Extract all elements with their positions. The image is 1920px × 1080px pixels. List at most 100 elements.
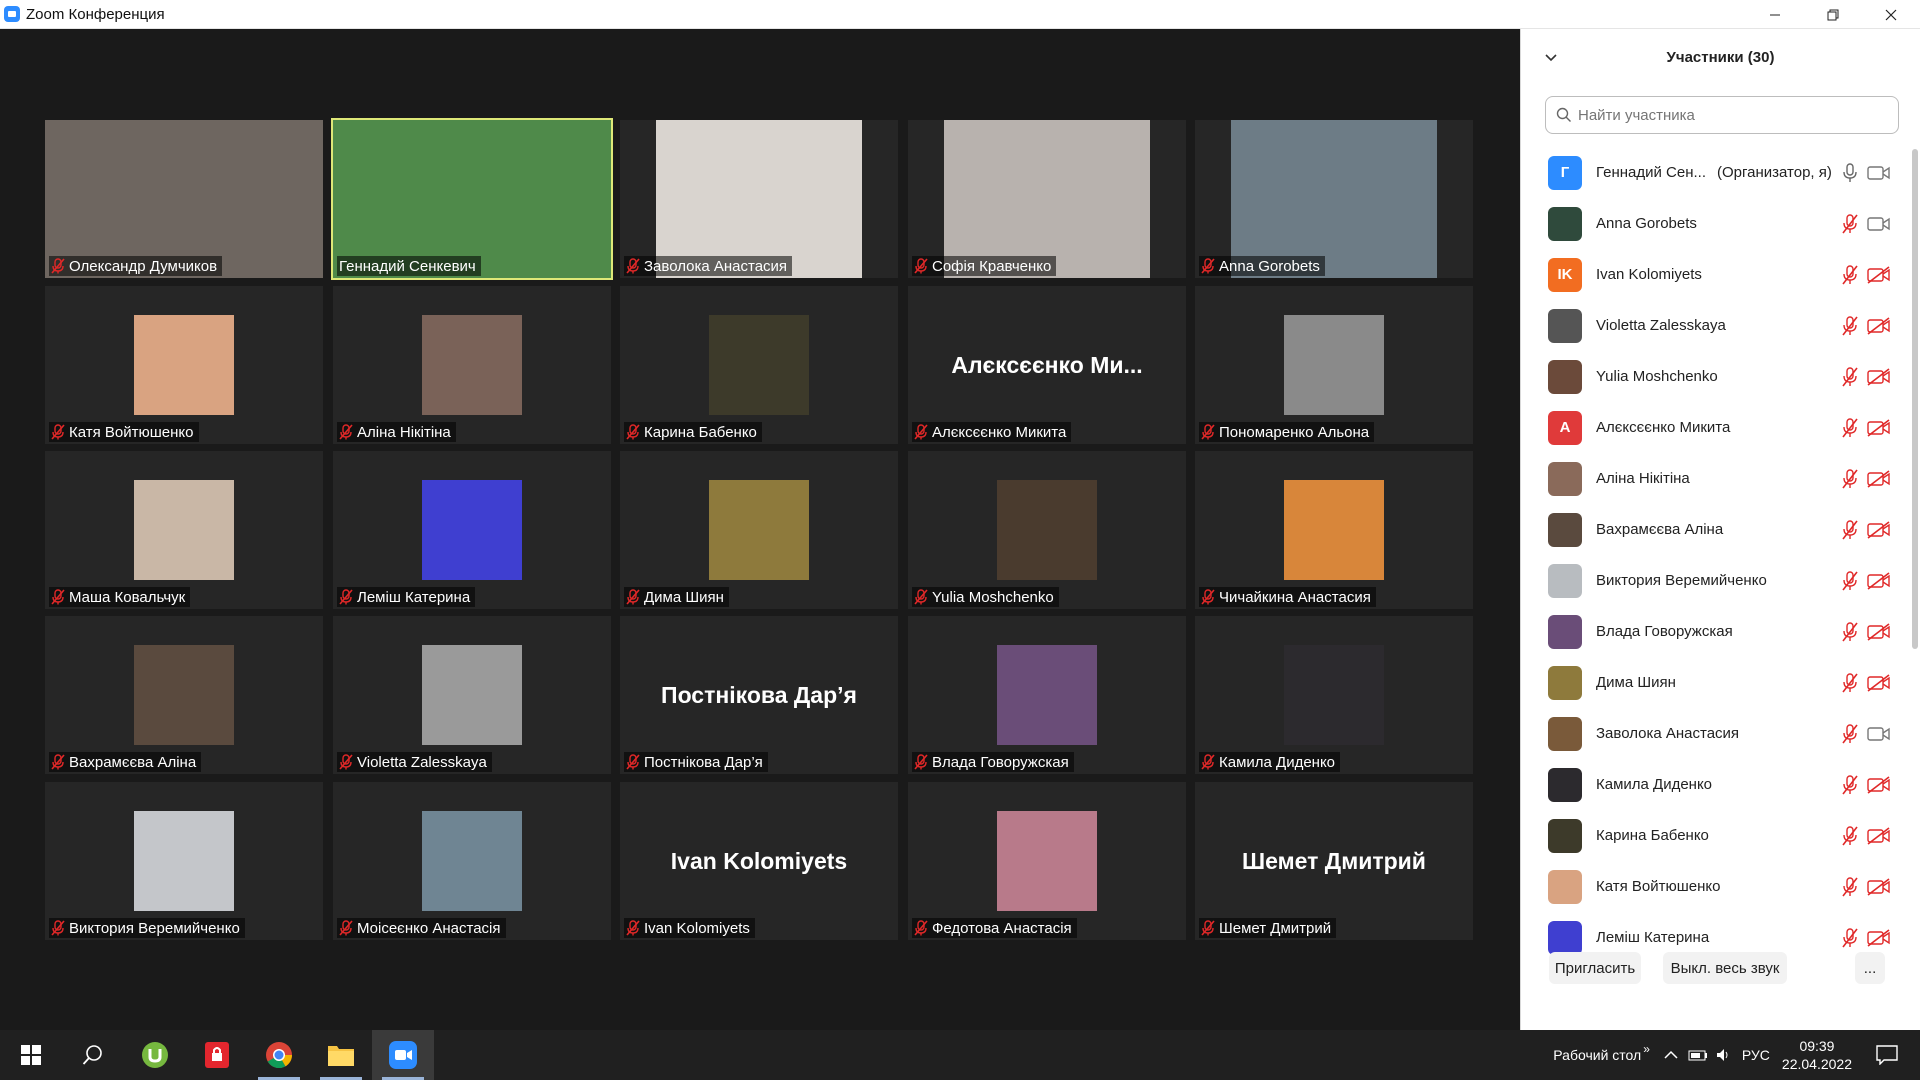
mic-muted-icon[interactable] — [1841, 520, 1859, 540]
mic-muted-icon[interactable] — [1841, 673, 1859, 693]
participant-row[interactable]: Влада Говоружская — [1521, 606, 1906, 657]
camera-off-icon[interactable] — [1867, 623, 1891, 641]
participant-row[interactable]: Г Геннадий Сен... (Организатор, я) — [1521, 147, 1906, 198]
camera-off-icon[interactable] — [1867, 929, 1891, 947]
close-button[interactable] — [1862, 0, 1920, 29]
video-tile[interactable]: Дима Шиян — [620, 451, 898, 609]
participant-row[interactable]: Дима Шиян — [1521, 657, 1906, 708]
camera-off-icon[interactable] — [1867, 878, 1891, 896]
camera-off-icon[interactable] — [1867, 827, 1891, 845]
video-tile[interactable]: Виктория Веремийченко — [45, 782, 323, 940]
video-tile[interactable]: Софія Кравченко — [908, 120, 1186, 278]
file-explorer-app[interactable] — [310, 1030, 372, 1080]
panel-scrollbar[interactable] — [1912, 149, 1918, 649]
camera-off-icon[interactable] — [1867, 521, 1891, 539]
video-tile[interactable]: Аліна Нікітіна — [333, 286, 611, 444]
participant-row[interactable]: Заволока Анастасия — [1521, 708, 1906, 759]
tile-name: Yulia Moshchenko — [932, 588, 1054, 606]
mic-muted-icon[interactable] — [1841, 877, 1859, 897]
mic-muted-icon[interactable] — [1841, 571, 1859, 591]
mic-muted-icon[interactable] — [1841, 367, 1859, 387]
video-tile[interactable]: Моісеєнко Анастасія — [333, 782, 611, 940]
mic-muted-icon[interactable] — [1841, 214, 1859, 234]
video-tile[interactable]: Вахрамєєва Аліна — [45, 616, 323, 774]
mic-muted-icon[interactable] — [1841, 775, 1859, 795]
taskbar-search-button[interactable] — [62, 1030, 124, 1080]
video-tile[interactable]: Violetta Zalesskaya — [333, 616, 611, 774]
video-tile[interactable]: Постнікова Дар’я Постнікова Дар’я — [620, 616, 898, 774]
camera-off-icon[interactable] — [1867, 470, 1891, 488]
start-button[interactable] — [0, 1030, 62, 1080]
video-tile[interactable]: Катя Войтюшенко — [45, 286, 323, 444]
participant-row[interactable]: Камила Диденко — [1521, 759, 1906, 810]
video-tile[interactable]: Пономаренко Альона — [1195, 286, 1473, 444]
video-tile[interactable]: Карина Бабенко — [620, 286, 898, 444]
video-tile[interactable]: Алєксєєнко Ми... Алєксєєнко Микита — [908, 286, 1186, 444]
participant-row[interactable]: Вахрамєєва Аліна — [1521, 504, 1906, 555]
chrome-app[interactable] — [248, 1030, 310, 1080]
notification-icon[interactable] — [1876, 1045, 1898, 1065]
camera-off-icon[interactable] — [1867, 572, 1891, 590]
desktop-toolbar-label[interactable]: Рабочий стол — [1553, 1047, 1641, 1063]
participant-row[interactable]: Виктория Веремийченко — [1521, 555, 1906, 606]
more-button[interactable]: ... — [1855, 952, 1885, 984]
video-tile[interactable]: Шемет Дмитрий Шемет Дмитрий — [1195, 782, 1473, 940]
camera-icon[interactable] — [1867, 215, 1891, 233]
mic-muted-icon[interactable] — [1841, 724, 1859, 744]
participant-row[interactable]: Катя Войтюшенко — [1521, 861, 1906, 912]
camera-off-icon[interactable] — [1867, 674, 1891, 692]
utorrent-app[interactable] — [124, 1030, 186, 1080]
mic-muted-icon[interactable] — [1841, 316, 1859, 336]
tile-name-label: Софія Кравченко — [912, 256, 1057, 276]
camera-off-icon[interactable] — [1867, 419, 1891, 437]
zoom-taskbar-app[interactable] — [372, 1030, 434, 1080]
invite-button[interactable]: Пригласить — [1549, 952, 1641, 984]
lock-app[interactable] — [186, 1030, 248, 1080]
participant-row[interactable]: А Алєксєєнко Микита — [1521, 402, 1906, 453]
video-tile[interactable]: Ivan Kolomiyets Ivan Kolomiyets — [620, 782, 898, 940]
mic-muted-icon[interactable] — [1841, 418, 1859, 438]
video-tile[interactable]: Олександр Думчиков — [45, 120, 323, 278]
video-tile[interactable]: Федотова Анастасія — [908, 782, 1186, 940]
participant-row[interactable]: IK Ivan Kolomiyets — [1521, 249, 1906, 300]
mic-muted-icon[interactable] — [1841, 826, 1859, 846]
microphone-icon[interactable] — [1841, 163, 1859, 183]
speaker-icon[interactable] — [1716, 1048, 1732, 1062]
mic-muted-icon[interactable] — [1841, 928, 1859, 948]
minimize-button[interactable] — [1746, 0, 1804, 29]
search-box[interactable] — [1545, 96, 1899, 134]
camera-icon[interactable] — [1867, 725, 1891, 743]
mute-all-button[interactable]: Выкл. весь звук — [1663, 952, 1787, 984]
mic-muted-icon[interactable] — [1841, 265, 1859, 285]
mic-muted-icon[interactable] — [1841, 469, 1859, 489]
camera-off-icon[interactable] — [1867, 368, 1891, 386]
video-tile[interactable]: Заволока Анастасия — [620, 120, 898, 278]
tile-name-label: Постнікова Дар’я — [624, 752, 768, 772]
camera-off-icon[interactable] — [1867, 776, 1891, 794]
camera-off-icon[interactable] — [1867, 317, 1891, 335]
video-tile[interactable]: Камила Диденко — [1195, 616, 1473, 774]
participant-row[interactable]: Карина Бабенко — [1521, 810, 1906, 861]
camera-off-icon[interactable] — [1867, 266, 1891, 284]
battery-icon[interactable] — [1688, 1049, 1708, 1061]
mic-muted-icon[interactable] — [1841, 622, 1859, 642]
language-indicator[interactable]: РУС — [1742, 1047, 1770, 1063]
restore-button[interactable] — [1804, 0, 1862, 29]
camera-icon[interactable] — [1867, 164, 1891, 182]
participant-row[interactable]: Аліна Нікітіна — [1521, 453, 1906, 504]
participant-row[interactable]: Violetta Zalesskaya — [1521, 300, 1906, 351]
chevron-up-icon[interactable] — [1664, 1050, 1678, 1060]
video-tile[interactable]: Геннадий Сенкевич — [331, 118, 613, 280]
chevron-down-icon[interactable] — [1543, 49, 1559, 65]
video-tile[interactable]: Yulia Moshchenko — [908, 451, 1186, 609]
participant-row[interactable]: Anna Gorobets — [1521, 198, 1906, 249]
video-tile[interactable]: Маша Ковальчук — [45, 451, 323, 609]
video-tile[interactable]: Чичайкина Анастасия — [1195, 451, 1473, 609]
video-tile[interactable]: Влада Говоружская — [908, 616, 1186, 774]
participant-row[interactable]: Yulia Moshchenko — [1521, 351, 1906, 402]
video-tile[interactable]: Anna Gorobets — [1195, 120, 1473, 278]
toolbar-chevron[interactable]: » — [1643, 1042, 1650, 1056]
search-input[interactable] — [1578, 106, 1878, 124]
clock[interactable]: 09:39 22.04.2022 — [1782, 1037, 1852, 1073]
video-tile[interactable]: Леміш Катерина — [333, 451, 611, 609]
